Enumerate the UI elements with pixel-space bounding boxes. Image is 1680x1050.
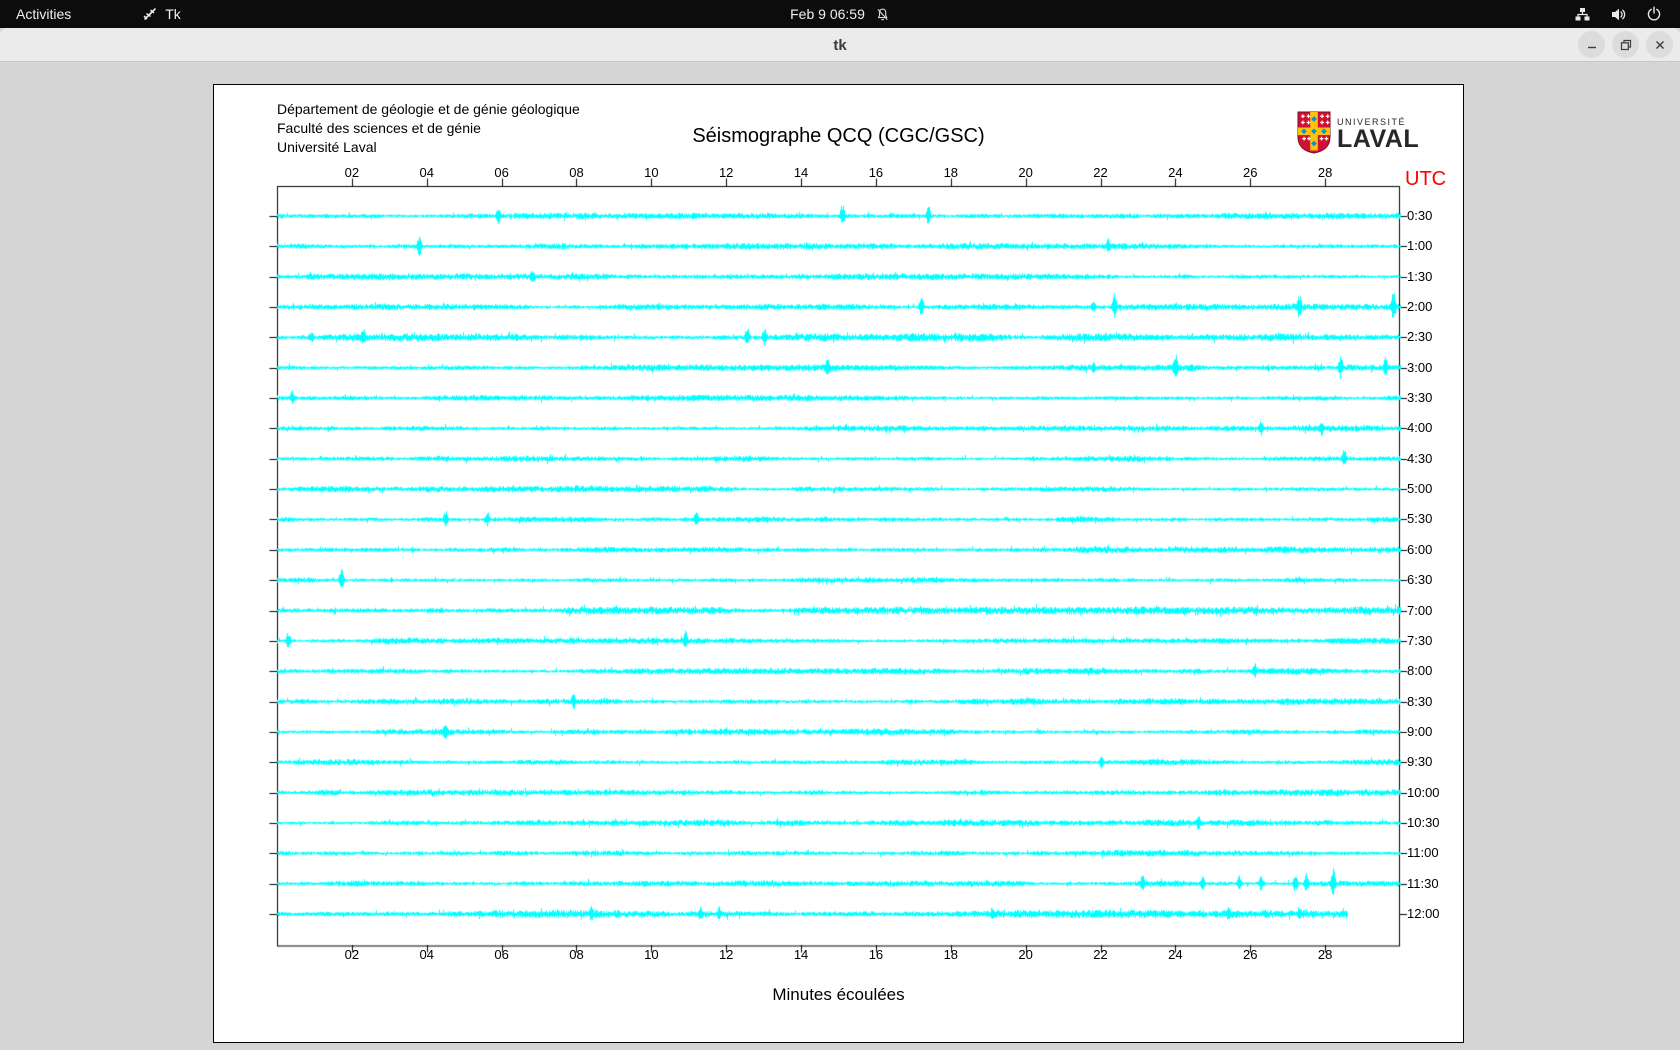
x-tick-label-bottom: 10 — [644, 947, 659, 962]
gnome-top-bar: Activities Tk Feb 9 06:59 — [0, 0, 1680, 28]
seismograph-page: Département de géologie et de génie géol… — [213, 84, 1464, 1043]
x-tick-label-bottom: 16 — [868, 947, 884, 962]
time-label: 10:00 — [1407, 784, 1440, 800]
tk-app-icon — [142, 6, 158, 22]
speaker-icon — [1610, 6, 1627, 23]
time-label: 9:00 — [1407, 723, 1433, 739]
time-label: 0:30 — [1407, 208, 1433, 223]
time-label: 7:00 — [1407, 602, 1433, 618]
x-tick-label-bottom: 24 — [1168, 947, 1183, 962]
x-tick-label-bottom: 18 — [943, 947, 959, 962]
close-icon — [1655, 40, 1664, 49]
time-label: 4:30 — [1407, 450, 1433, 466]
time-label: 5:00 — [1407, 481, 1433, 497]
system-tray[interactable] — [1556, 0, 1680, 28]
clock-label: Feb 9 06:59 — [790, 6, 865, 22]
window-titlebar[interactable]: tk — [0, 28, 1680, 62]
window-content: Département de géologie et de génie géol… — [0, 63, 1680, 1050]
app-indicator-label: Tk — [165, 6, 181, 22]
x-tick-label-top: 14 — [793, 165, 809, 180]
x-tick-label-bottom: 04 — [419, 947, 434, 962]
time-label: 6:00 — [1407, 541, 1433, 557]
close-button[interactable] — [1646, 31, 1673, 58]
bell-slash-icon — [875, 7, 890, 22]
x-tick-label-bottom: 02 — [344, 947, 360, 962]
x-tick-label-top: 06 — [494, 165, 509, 180]
x-tick-label-top: 02 — [344, 165, 360, 180]
network-tree-icon — [1574, 6, 1591, 23]
time-label: 11:00 — [1407, 845, 1439, 861]
chart-title: Séismographe QCQ (CGC/GSC) — [692, 125, 985, 147]
time-label: 1:30 — [1407, 268, 1433, 284]
activities-button[interactable]: Activities — [0, 0, 87, 28]
clock-button[interactable]: Feb 9 06:59 — [790, 0, 890, 28]
x-tick-label-top: 08 — [569, 165, 584, 180]
x-tick-label-bottom: 22 — [1093, 947, 1108, 962]
x-tick-label-bottom: 12 — [718, 947, 734, 962]
laval-logo: UNIVERSITÉ LAVAL — [1297, 111, 1419, 154]
x-tick-label-bottom: 28 — [1317, 947, 1333, 962]
power-icon — [1646, 6, 1662, 22]
x-tick-label-top: 10 — [644, 165, 659, 180]
time-label: 4:00 — [1407, 420, 1433, 436]
window-title: tk — [833, 36, 847, 54]
time-label: 6:30 — [1407, 572, 1433, 588]
x-tick-label-bottom: 06 — [494, 947, 509, 962]
time-label: 2:30 — [1407, 329, 1433, 345]
time-label: 2:00 — [1407, 299, 1433, 315]
time-label: 3:30 — [1407, 390, 1433, 406]
time-label: 3:00 — [1407, 359, 1433, 375]
x-tick-label-bottom: 20 — [1018, 947, 1033, 962]
x-tick-label-top: 04 — [419, 165, 434, 180]
logo-laval-text: LAVAL — [1337, 125, 1420, 153]
x-tick-label-top: 22 — [1093, 165, 1108, 180]
institution-line-1: Département de géologie et de génie géol… — [277, 101, 580, 117]
x-axis-label: Minutes écoulées — [772, 985, 905, 1004]
time-label: 8:30 — [1407, 693, 1433, 709]
x-tick-label-top: 12 — [718, 165, 734, 180]
x-tick-label-top: 18 — [943, 165, 959, 180]
restore-icon — [1620, 39, 1631, 50]
x-tick-label-bottom: 26 — [1243, 947, 1258, 962]
time-label: 8:00 — [1407, 663, 1433, 679]
x-tick-label-top: 28 — [1317, 165, 1333, 180]
laval-shield-icon — [1297, 111, 1331, 154]
time-label: 12:00 — [1407, 906, 1440, 921]
time-label: 9:30 — [1407, 754, 1433, 770]
time-label: 10:30 — [1407, 814, 1440, 830]
x-tick-label-top: 24 — [1168, 165, 1183, 180]
time-label: 7:30 — [1407, 632, 1433, 648]
time-label: 5:30 — [1407, 511, 1433, 527]
x-tick-label-bottom: 08 — [569, 947, 584, 962]
x-tick-label-top: 20 — [1018, 165, 1033, 180]
maximize-button[interactable] — [1612, 31, 1639, 58]
time-label: 1:00 — [1407, 238, 1433, 254]
minimize-button[interactable] — [1578, 31, 1605, 58]
app-indicator[interactable]: Tk — [142, 6, 181, 22]
time-label: 11:30 — [1407, 875, 1439, 891]
helicorder-canvas — [262, 171, 1415, 960]
x-tick-label-bottom: 14 — [793, 947, 809, 962]
x-tick-label-top: 26 — [1243, 165, 1258, 180]
x-tick-label-top: 16 — [868, 165, 884, 180]
